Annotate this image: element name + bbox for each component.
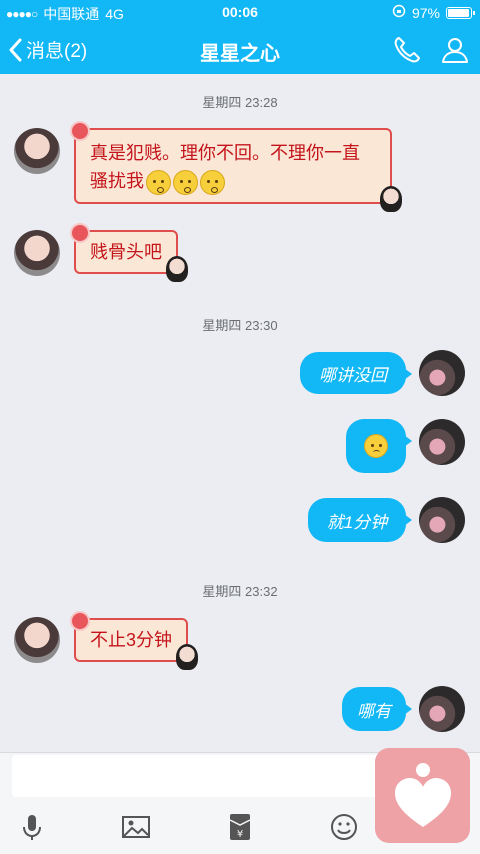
message-text: 就1分钟 xyxy=(326,512,388,532)
battery-icon xyxy=(446,6,475,19)
message-bubble[interactable]: 不止3分钟 xyxy=(70,611,198,670)
contact-avatar[interactable] xyxy=(14,128,60,174)
floating-heart-button[interactable] xyxy=(375,748,470,843)
battery-percent: 97% xyxy=(411,4,440,21)
image-icon xyxy=(122,816,150,838)
contact-info-button[interactable] xyxy=(440,35,470,65)
message-bubble-self[interactable]: 就1分钟 xyxy=(308,498,412,542)
microphone-icon xyxy=(23,815,41,840)
red-packet-button[interactable]: ¥ xyxy=(224,811,256,843)
message-text: 真是犯贱。理你不回。不理你一直 xyxy=(90,143,360,163)
message-text: 哪讲没回 xyxy=(319,365,387,385)
back-button[interactable]: 消息(2) xyxy=(8,36,87,63)
heart-icon xyxy=(394,762,451,827)
back-chevron-icon xyxy=(9,38,22,61)
surprised-emoji-icon xyxy=(146,169,171,195)
message-text: 骚扰我 xyxy=(90,171,144,191)
flower-decoration-icon xyxy=(70,611,90,631)
flower-decoration-icon xyxy=(70,223,90,243)
message-timestamp: 星期四 23:28 xyxy=(202,95,278,110)
self-avatar[interactable] xyxy=(419,686,465,732)
emoji-button[interactable] xyxy=(328,811,360,843)
message-text: 贱骨头吧 xyxy=(90,242,162,262)
message-input[interactable] xyxy=(12,755,390,797)
flower-decoration-icon xyxy=(70,121,90,141)
nav-bar: 消息(2) 星星之心 xyxy=(0,26,480,74)
phone-call-button[interactable] xyxy=(392,35,422,65)
message-bubble[interactable]: 真是犯贱。理你不回。不理你一直 骚扰我 xyxy=(70,121,402,212)
contact-avatar[interactable] xyxy=(14,230,60,276)
message-text: 不止3分钟 xyxy=(90,630,173,650)
photo-button[interactable] xyxy=(120,811,152,843)
phone-icon xyxy=(394,37,420,63)
self-avatar[interactable] xyxy=(419,350,465,396)
rotation-lock-icon xyxy=(392,4,406,21)
bubble-sticker-icon xyxy=(380,186,402,212)
message-timestamp: 星期四 23:30 xyxy=(202,318,278,333)
status-bar: ●●●●○ 中国联通 4G 00:06 97% xyxy=(0,0,480,26)
message-bubble-self[interactable]: 哪讲没回 xyxy=(300,352,412,394)
self-avatar[interactable] xyxy=(419,419,465,465)
smiley-icon xyxy=(331,814,357,840)
message-text: 哪有 xyxy=(357,701,391,721)
message-timestamp: 星期四 23:32 xyxy=(202,584,278,599)
sad-emoji-icon xyxy=(364,434,388,458)
message-bubble-self[interactable]: 哪有 xyxy=(342,687,412,731)
contact-icon xyxy=(442,38,468,63)
red-packet-icon: ¥ xyxy=(229,814,251,840)
svg-text:¥: ¥ xyxy=(237,829,243,840)
contact-avatar[interactable] xyxy=(14,617,60,663)
message-bubble[interactable]: 贱骨头吧 xyxy=(70,223,188,282)
self-avatar[interactable] xyxy=(419,497,465,543)
surprised-emoji-icon xyxy=(200,169,225,195)
bubble-sticker-icon xyxy=(166,256,188,282)
surprised-emoji-icon xyxy=(173,169,198,195)
message-bubble-self[interactable] xyxy=(346,419,412,473)
bubble-sticker-icon xyxy=(176,644,198,670)
back-label: 消息(2) xyxy=(26,41,88,62)
voice-button[interactable] xyxy=(16,811,48,843)
